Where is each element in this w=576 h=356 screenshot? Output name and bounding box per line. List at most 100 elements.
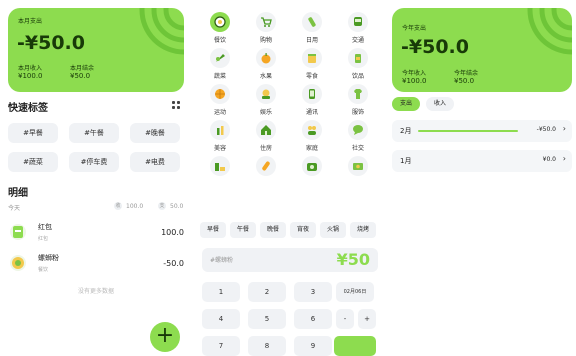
category-label: 交通	[351, 37, 364, 44]
keypad-key[interactable]: 7	[202, 336, 240, 356]
category-label: 服饰	[351, 109, 364, 116]
tag-chip[interactable]: 午餐	[230, 222, 256, 238]
category-label: 饮品	[351, 73, 364, 80]
tag-chip[interactable]: 早餐	[200, 222, 226, 238]
note-input[interactable]: #螺蛳粉	[210, 255, 233, 264]
month-value: ¥0.0	[542, 156, 556, 163]
category-label: 通讯	[305, 109, 318, 116]
overview-panel: 本月支出 -¥50.0 本月收入 ¥100.0 本月结余 ¥50.0 快速标签 …	[0, 0, 192, 356]
confirm-button[interactable]	[334, 336, 376, 356]
quick-tag[interactable]: #晚餐	[130, 123, 180, 143]
keypad-key[interactable]: 9	[294, 336, 332, 356]
category-蔬菜[interactable]: 蔬菜	[200, 48, 240, 80]
keypad-key[interactable]: 6	[294, 309, 332, 329]
medicine-icon	[256, 156, 276, 176]
category-通讯[interactable]: 通讯	[292, 84, 332, 116]
bus-icon	[348, 12, 368, 32]
chevron-right-icon: ›	[562, 154, 566, 163]
category-label: 社交	[351, 145, 364, 152]
month-balance-label: 本月结余	[70, 65, 95, 72]
chevron-right-icon: ›	[562, 124, 566, 133]
category-娱乐[interactable]: 娱乐	[246, 84, 286, 116]
entry-bar: #螺蛳粉 ¥50	[202, 248, 378, 272]
keypad-key[interactable]: 1	[202, 282, 240, 302]
no-more-text: 没有更多数据	[77, 288, 114, 295]
category-交通[interactable]: 交通	[338, 12, 378, 44]
category-日用[interactable]: 日用	[292, 12, 332, 44]
category-餐饮[interactable]: 餐饮	[200, 12, 240, 44]
month-expense-label: 本月支出	[18, 18, 43, 25]
day-label: 今天	[8, 205, 21, 212]
quick-tags-title: 快速标签	[8, 103, 48, 114]
category-camera-icon[interactable]	[292, 156, 332, 179]
category-label: 家庭	[305, 145, 318, 152]
food-icon	[210, 12, 230, 32]
category-住房[interactable]: 住房	[246, 120, 286, 152]
quick-tag[interactable]: #早餐	[8, 123, 58, 143]
month-row[interactable]: 1月 ¥0.0 ›	[392, 150, 572, 172]
ball-icon	[210, 84, 230, 104]
keypad-key[interactable]: 02月06日	[336, 282, 374, 302]
year-summary-card: 今年支出 -¥50.0 今年收入 ¥100.0 今年结余 ¥50.0	[392, 8, 572, 92]
category-美容[interactable]: 美容	[200, 120, 240, 152]
chat-icon	[348, 120, 368, 140]
grid-icon[interactable]	[172, 101, 181, 110]
shirt-icon	[348, 84, 368, 104]
category-label: 水果	[259, 73, 272, 80]
keypad-key[interactable]: 4	[202, 309, 240, 329]
month-income-value: ¥100.0	[18, 72, 43, 80]
keypad-key[interactable]: +	[358, 309, 376, 329]
category-水果[interactable]: 水果	[246, 48, 286, 80]
category-家庭[interactable]: 家庭	[292, 120, 332, 152]
keypad-key[interactable]: 8	[248, 336, 286, 356]
add-record-panel: 餐饮 购物 日用 交通蔬菜 水果 零食 饮品运动 娱乐 通讯 服饰美容 住房 家庭 社交 早餐 午餐 晚餐宵…	[196, 0, 384, 356]
house-icon	[256, 120, 276, 140]
year-balance-value: ¥50.0	[454, 77, 475, 85]
record-name: 红包	[38, 223, 52, 231]
category-运动[interactable]: 运动	[200, 84, 240, 116]
tag-chip[interactable]: 火锅	[320, 222, 346, 238]
quick-tag[interactable]: #蔬菜	[8, 152, 58, 172]
tag-chip[interactable]: 晚餐	[260, 222, 286, 238]
category-label: 购物	[259, 37, 272, 44]
decor-arcs	[527, 8, 572, 55]
quick-tag[interactable]: #电费	[130, 152, 180, 172]
money-icon	[348, 156, 368, 176]
detail-title: 明细	[8, 188, 28, 199]
quick-tag[interactable]: #停车费	[69, 152, 119, 172]
family-icon	[302, 120, 322, 140]
year-expense-label: 今年支出	[402, 25, 427, 32]
tab-income[interactable]: 收入	[426, 97, 454, 111]
month-label: 2月	[400, 127, 412, 135]
category-fitness-icon[interactable]	[200, 156, 240, 179]
category-零食[interactable]: 零食	[292, 48, 332, 80]
tag-chip[interactable]: 宵夜	[290, 222, 316, 238]
month-row[interactable]: 2月 -¥50.0 ›	[392, 120, 572, 142]
category-饮品[interactable]: 饮品	[338, 48, 378, 80]
year-balance-label: 今年结余	[454, 70, 479, 77]
drink-icon	[348, 48, 368, 68]
keypad-key[interactable]: 3	[294, 282, 332, 302]
fitness-icon	[210, 156, 230, 176]
category-money-icon[interactable]	[338, 156, 378, 179]
keypad-key[interactable]: -	[336, 309, 354, 329]
category-medicine-icon[interactable]	[246, 156, 286, 179]
record-amount: 100.0	[161, 228, 184, 237]
category-label: 住房	[259, 145, 272, 152]
add-record-button[interactable]: +	[150, 322, 180, 352]
bottle-icon	[302, 12, 322, 32]
month-label: 1月	[400, 157, 412, 165]
tag-chip[interactable]: 烧烤	[350, 222, 376, 238]
category-服饰[interactable]: 服饰	[338, 84, 378, 116]
category-label: 运动	[213, 109, 226, 116]
category-购物[interactable]: 购物	[246, 12, 286, 44]
noodle-bowl-icon	[10, 255, 26, 271]
quick-tag[interactable]: #午餐	[69, 123, 119, 143]
keypad-key[interactable]: 2	[248, 282, 286, 302]
camera-icon	[302, 156, 322, 176]
cosmetics-icon	[210, 120, 230, 140]
category-社交[interactable]: 社交	[338, 120, 378, 152]
tab-expense[interactable]: 支出	[392, 97, 420, 111]
keypad-key[interactable]: 5	[248, 309, 286, 329]
category-label: 娱乐	[259, 109, 272, 116]
